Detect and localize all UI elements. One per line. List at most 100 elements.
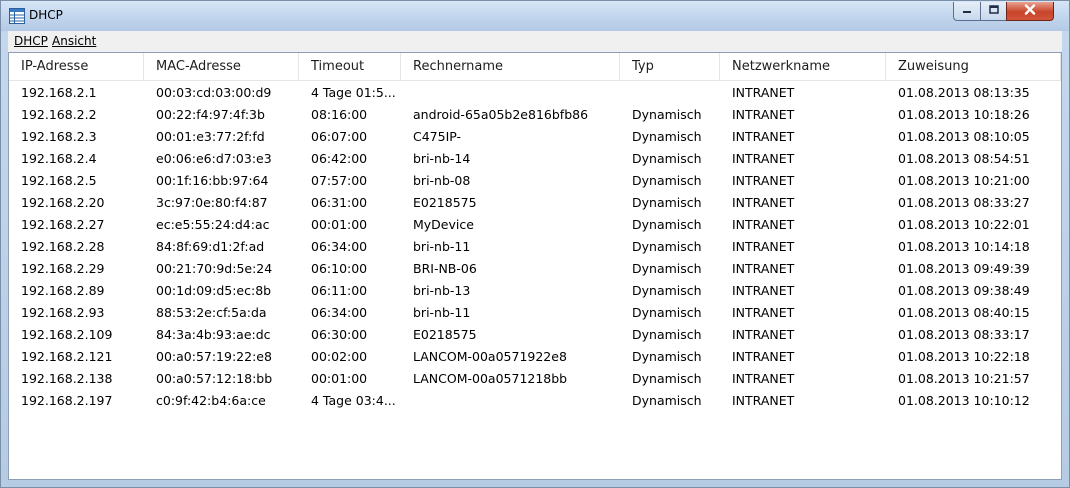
hostname-cell: LANCOM-00a0571922e8: [413, 349, 567, 364]
timeout-cell: 4 Tage 01:5...: [311, 85, 396, 100]
network-cell: INTRANET: [732, 239, 795, 254]
ip-cell: 192.168.2.3: [21, 129, 97, 144]
timeout-cell: 08:16:00: [311, 107, 368, 122]
network-cell: INTRANET: [732, 283, 795, 298]
timeout-cell: 4 Tage 03:4...: [311, 393, 396, 408]
title-bar[interactable]: DHCP: [1, 1, 1069, 31]
type-cell: Dynamisch: [632, 371, 702, 386]
timeout-cell: 06:34:00: [311, 239, 368, 254]
menu-ansicht[interactable]: Ansicht: [52, 34, 96, 48]
column-header-assignment[interactable]: Zuweisung: [886, 53, 1061, 80]
mac-cell: 88:53:2e:cf:5a:da: [156, 305, 267, 320]
maximize-button[interactable]: [980, 2, 1007, 21]
timeout-cell: 00:01:00: [311, 217, 368, 232]
type-cell: Dynamisch: [632, 151, 702, 166]
type-cell: Dynamisch: [632, 327, 702, 342]
ip-cell: 192.168.2.29: [21, 261, 105, 276]
assignment-cell: 01.08.2013 10:10:12: [898, 393, 1030, 408]
network-cell: INTRANET: [732, 305, 795, 320]
network-cell: INTRANET: [732, 151, 795, 166]
hostname-cell: BRI-NB-06: [413, 261, 477, 276]
table-row[interactable]: 192.168.2.28 84:8f:69:d1:2f:ad 06:34:00 bri…: [9, 236, 1061, 258]
table-row[interactable]: 192.168.2.197 c0:9f:42:b4:6a:ce 4 Tage 03:…: [9, 390, 1061, 412]
assignment-cell: 01.08.2013 08:10:05: [898, 129, 1030, 144]
table-row[interactable]: 192.168.2.20 3c:97:0e:80:f4:87 06:31:00 E02…: [9, 192, 1061, 214]
hostname-cell: E0218575: [413, 327, 477, 342]
assignment-cell: 01.08.2013 10:22:01: [898, 217, 1030, 232]
ip-cell: 192.168.2.89: [21, 283, 105, 298]
column-header-hostname[interactable]: Rechnername: [401, 53, 620, 80]
table-row[interactable]: 192.168.2.138 00:a0:57:12:18:bb 00:01:00 LA…: [9, 368, 1061, 390]
minimize-button[interactable]: [953, 2, 981, 21]
network-cell: INTRANET: [732, 371, 795, 386]
assignment-cell: 01.08.2013 08:33:17: [898, 327, 1030, 342]
mac-cell: 00:a0:57:12:18:bb: [156, 371, 273, 386]
minimize-icon: [962, 4, 972, 18]
timeout-cell: 06:42:00: [311, 151, 368, 166]
network-cell: INTRANET: [732, 107, 795, 122]
assignment-cell: 01.08.2013 10:21:00: [898, 173, 1030, 188]
table-row[interactable]: 192.168.2.2 00:22:f4:97:4f:3b 08:16:00 andr…: [9, 104, 1061, 126]
assignment-cell: 01.08.2013 10:14:18: [898, 239, 1030, 254]
assignment-cell: 01.08.2013 08:40:15: [898, 305, 1030, 320]
assignment-cell: 01.08.2013 08:13:35: [898, 85, 1030, 100]
table-row[interactable]: 192.168.2.1 00:03:cd:03:00:d9 4 Tage 01:5.…: [9, 82, 1061, 104]
type-cell: Dynamisch: [632, 305, 702, 320]
hostname-cell: [401, 82, 620, 104]
close-icon: [1024, 4, 1036, 18]
type-cell: Dynamisch: [632, 283, 702, 298]
table-row[interactable]: 192.168.2.5 00:1f:16:bb:97:64 07:57:00 bri-…: [9, 170, 1061, 192]
table-row[interactable]: 192.168.2.4 e0:06:e6:d7:03:e3 06:42:00 bri-…: [9, 148, 1061, 170]
assignment-cell: 01.08.2013 08:33:27: [898, 195, 1030, 210]
ip-cell: 192.168.2.138: [21, 371, 113, 386]
column-header-ip[interactable]: IP-Adresse: [9, 53, 144, 80]
dhcp-lease-table[interactable]: IP-Adresse MAC-Adresse Timeout Rechnerna…: [8, 52, 1062, 480]
timeout-cell: 06:10:00: [311, 261, 368, 276]
table-row[interactable]: 192.168.2.93 88:53:2e:cf:5a:da 06:34:00 bri…: [9, 302, 1061, 324]
hostname-cell: [401, 390, 620, 412]
ip-cell: 192.168.2.109: [21, 327, 113, 342]
column-header-network[interactable]: Netzwerkname: [720, 53, 886, 80]
ip-cell: 192.168.2.2: [21, 107, 97, 122]
type-cell: Dynamisch: [632, 195, 702, 210]
type-cell: Dynamisch: [632, 107, 702, 122]
type-cell: Dynamisch: [632, 173, 702, 188]
type-cell: Dynamisch: [632, 393, 702, 408]
close-button[interactable]: [1006, 2, 1054, 21]
hostname-cell: C475IP-: [413, 129, 462, 144]
table-row[interactable]: 192.168.2.121 00:a0:57:19:22:e8 00:02:00 LA…: [9, 346, 1061, 368]
hostname-cell: android-65a05b2e816bfb86: [413, 107, 589, 122]
type-cell: Dynamisch: [632, 217, 702, 232]
ip-cell: 192.168.2.27: [21, 217, 105, 232]
hostname-cell: bri-nb-08: [413, 173, 471, 188]
network-cell: INTRANET: [732, 85, 795, 100]
type-cell: Dynamisch: [632, 261, 702, 276]
mac-cell: 84:8f:69:d1:2f:ad: [156, 239, 265, 254]
type-cell: Dynamisch: [632, 129, 702, 144]
ip-cell: 192.168.2.4: [21, 151, 97, 166]
mac-cell: 00:21:70:9d:5e:24: [156, 261, 273, 276]
timeout-cell: 06:34:00: [311, 305, 368, 320]
mac-cell: 00:03:cd:03:00:d9: [156, 85, 272, 100]
mac-cell: 00:1d:09:d5:ec:8b: [156, 283, 272, 298]
column-header-timeout[interactable]: Timeout: [299, 53, 401, 80]
menu-bar: DHCP Ansicht: [8, 31, 1062, 53]
column-header-type[interactable]: Typ: [620, 53, 720, 80]
menu-dhcp[interactable]: DHCP: [14, 34, 48, 48]
type-cell: Dynamisch: [632, 239, 702, 254]
window-title: DHCP: [29, 8, 63, 22]
hostname-cell: bri-nb-11: [413, 239, 471, 254]
table-row[interactable]: 192.168.2.29 00:21:70:9d:5e:24 06:10:00 BRI…: [9, 258, 1061, 280]
ip-cell: 192.168.2.20: [21, 195, 105, 210]
ip-cell: 192.168.2.5: [21, 173, 97, 188]
assignment-cell: 01.08.2013 09:49:39: [898, 261, 1030, 276]
hostname-cell: bri-nb-13: [413, 283, 471, 298]
table-row[interactable]: 192.168.2.27 ec:e5:55:24:d4:ac 00:01:00 MyD…: [9, 214, 1061, 236]
network-cell: INTRANET: [732, 129, 795, 144]
table-row[interactable]: 192.168.2.3 00:01:e3:77:2f:fd 06:07:00 C475…: [9, 126, 1061, 148]
timeout-cell: 06:31:00: [311, 195, 368, 210]
table-row[interactable]: 192.168.2.109 84:3a:4b:93:ae:dc 06:30:00 E0…: [9, 324, 1061, 346]
table-row[interactable]: 192.168.2.89 00:1d:09:d5:ec:8b 06:11:00 bri…: [9, 280, 1061, 302]
timeout-cell: 06:11:00: [311, 283, 368, 298]
column-header-mac[interactable]: MAC-Adresse: [144, 53, 299, 80]
